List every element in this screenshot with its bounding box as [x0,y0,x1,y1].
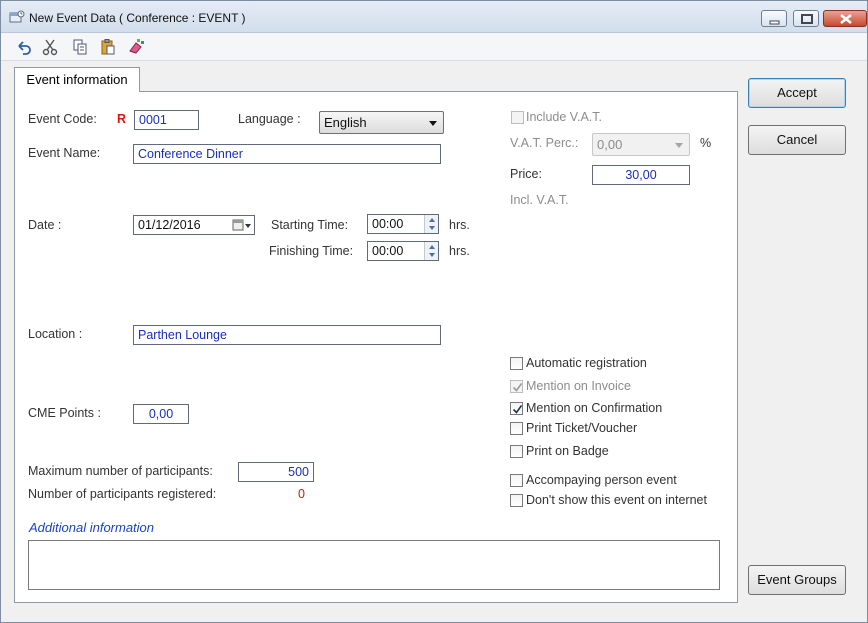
maximize-button[interactable] [793,10,819,27]
accept-button[interactable]: Accept [748,78,846,108]
event-name-label: Event Name: [28,146,101,160]
accompanying-checkbox[interactable] [510,474,523,487]
starting-time-label: Starting Time: [271,218,349,232]
registered-count: 0 [298,487,305,501]
date-label: Date : [28,218,62,232]
automatic-registration-checkbox[interactable] [510,357,523,370]
close-button[interactable] [823,10,867,27]
close-icon [840,14,852,24]
chevron-down-icon [675,143,683,148]
mention-invoice-checkbox[interactable] [510,380,523,393]
additional-info-textarea[interactable] [28,540,720,590]
finishing-time-input[interactable]: 00:00 [367,241,439,261]
spin-arrows-icon [429,218,435,230]
price-input[interactable]: 30,00 [592,165,690,185]
location-input[interactable]: Parthen Lounge [133,325,441,345]
undo-icon[interactable] [15,38,33,56]
paste-icon[interactable] [99,38,117,56]
language-value: English [324,115,367,130]
incl-vat-label: Incl. V.A.T. [510,193,569,207]
print-badge-checkbox[interactable] [510,445,523,458]
checkmark-icon [512,405,523,414]
starting-time-input[interactable]: 00:00 [367,214,439,234]
event-data-window: New Event Data ( Conference : EVENT ) Ev… [0,0,868,623]
minimize-button[interactable] [761,10,787,27]
minimize-icon [769,20,780,25]
event-name-input[interactable]: Conference Dinner [133,144,441,164]
event-code-input[interactable]: 0001 [134,110,199,130]
maximize-icon [801,14,813,24]
tab-event-information[interactable]: Event information [14,67,140,92]
event-code-label: Event Code: [28,112,97,126]
app-icon [9,10,25,23]
finishing-time-spinner[interactable] [424,242,438,260]
required-marker: R [117,112,127,126]
vat-perc-label: V.A.T. Perc.: [510,136,579,150]
cme-points-input[interactable]: 0,00 [133,404,189,424]
mention-confirmation-checkbox[interactable] [510,402,523,415]
clear-icon[interactable] [127,38,145,56]
accompanying-label: Accompaying person event [526,473,677,487]
vat-perc-value: 0,00 [597,137,623,152]
finishing-hrs-label: hrs. [449,244,470,258]
additional-info-heading: Additional information [29,520,155,535]
window-title: New Event Data ( Conference : EVENT ) [29,11,246,25]
calendar-icon[interactable] [232,219,252,231]
registered-label: Number of participants registered: [28,487,217,501]
chevron-down-icon [429,121,437,126]
location-label: Location : [28,327,83,341]
max-participants-input[interactable]: 500 [238,462,314,482]
dont-show-internet-checkbox[interactable] [510,494,523,507]
language-select[interactable]: English [319,111,444,134]
finishing-time-label: Finishing Time: [269,244,354,258]
starting-hrs-label: hrs. [449,218,470,232]
vat-percent-unit: % [700,136,712,150]
language-label: Language : [238,112,301,126]
date-picker[interactable]: 01/12/2016 [133,215,255,235]
title-bar: New Event Data ( Conference : EVENT ) [1,1,867,33]
print-ticket-checkbox[interactable] [510,422,523,435]
starting-time-spinner[interactable] [424,215,438,233]
date-value: 01/12/2016 [138,218,201,232]
starting-time-value: 00:00 [372,217,404,231]
event-groups-button[interactable]: Event Groups [748,565,846,595]
price-label: Price: [510,167,542,181]
toolbar [1,33,867,61]
print-badge-label: Print on Badge [526,444,609,458]
copy-icon[interactable] [71,38,89,56]
cancel-button[interactable]: Cancel [748,125,846,155]
include-vat-checkbox[interactable] [511,111,524,124]
mention-confirmation-label: Mention on Confirmation [526,401,663,415]
print-ticket-label: Print Ticket/Voucher [526,421,638,435]
mention-invoice-label: Mention on Invoice [526,379,631,393]
cme-points-label: CME Points : [28,406,101,420]
vat-perc-select[interactable]: 0,00 [592,133,690,156]
spin-arrows-icon [429,245,435,257]
include-vat-label: Include V.A.T. [526,110,602,124]
dont-show-internet-label: Don't show this event on internet [526,493,707,507]
cut-icon[interactable] [41,38,59,56]
finishing-time-value: 00:00 [372,244,404,258]
checkmark-icon [512,383,523,392]
automatic-registration-label: Automatic registration [526,356,647,370]
max-participants-label: Maximum number of participants: [28,464,213,478]
